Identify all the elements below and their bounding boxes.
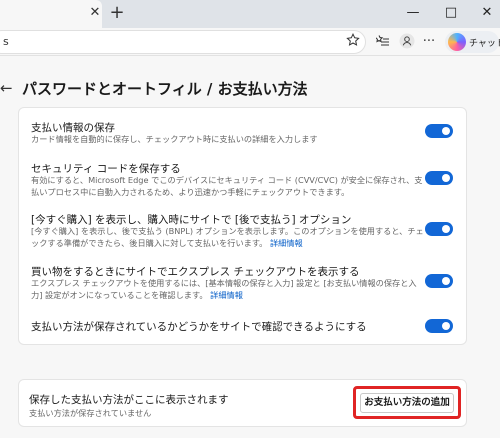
bnpl-option-desc-block: [今すぐ購入] を表示し、後で支払う (BNPL) オプションを表示します。この…	[31, 226, 426, 249]
saved-methods-title: 保存した支払い方法がここに表示されます	[29, 394, 229, 406]
save-security-code-toggle[interactable]	[425, 171, 453, 185]
browser-toolbar: s ··· チャット	[0, 28, 500, 56]
maximize-icon[interactable]: □	[442, 4, 460, 22]
profile-icon[interactable]	[398, 33, 416, 51]
more-menu-icon[interactable]: ···	[420, 33, 438, 51]
payment-saved-check-title: 支払い方法が保存されているかどうかをサイトで確認できるようにする	[31, 321, 367, 333]
new-tab-icon[interactable]: +	[108, 4, 126, 22]
save-security-code-title: セキュリティ コードを保存する	[31, 163, 181, 175]
bnpl-option-toggle[interactable]	[425, 222, 453, 236]
add-button-highlight: お支払い方法の追加	[353, 386, 461, 419]
page-title: パスワードとオートフィル / お支払い方法	[22, 80, 308, 98]
copilot-icon	[448, 33, 466, 51]
payment-settings-card: 支払い情報の保存 カード情報を自動的に保存し、チェックアウト時に支払いの詳細を入…	[18, 107, 467, 345]
minimize-icon[interactable]: —	[404, 4, 422, 22]
back-arrow-icon[interactable]: ←	[0, 80, 14, 96]
save-payment-info-title: 支払い情報の保存	[31, 122, 115, 134]
address-bar[interactable]: s	[0, 30, 366, 54]
bnpl-option-title: [今すぐ購入] を表示し、購入時にサイトで [後で支払う] オプション	[31, 214, 352, 226]
express-checkout-title: 買い物をするときにサイトでエクスプレス チェックアウトを表示する	[31, 266, 360, 278]
express-checkout-toggle[interactable]	[425, 274, 453, 288]
favorites-list-icon[interactable]	[374, 33, 392, 51]
favorite-star-icon[interactable]	[344, 33, 362, 51]
browser-tab[interactable]: ✕	[0, 0, 102, 28]
save-payment-info-toggle[interactable]	[425, 124, 453, 138]
add-payment-method-button[interactable]: お支払い方法の追加	[360, 393, 454, 413]
save-payment-info-desc: カード情報を自動的に保存し、チェックアウト時に支払いの詳細を入力します	[31, 134, 318, 144]
saved-payment-methods-card: 保存した支払い方法がここに表示されます 支払い方法が保存されていません お支払い…	[18, 379, 467, 427]
bnpl-learn-more-link[interactable]: 詳細情報	[270, 238, 303, 248]
address-text: s	[3, 35, 9, 48]
bnpl-option-desc: [今すぐ購入] を表示し、後で支払う (BNPL) オプションを表示します。この…	[31, 226, 424, 248]
copilot-button[interactable]: チャット	[445, 31, 500, 53]
title-bar: ✕ + — □ ✕	[0, 0, 500, 28]
copilot-label: チャット	[469, 39, 500, 49]
express-checkout-desc-block: エクスプレス チェックアウトを使用するには、[基本情報の保存と入力] 設定と […	[31, 278, 426, 301]
tab-close-icon[interactable]: ✕	[88, 6, 102, 20]
saved-methods-subtitle: 支払い方法が保存されていません	[29, 408, 152, 418]
express-learn-more-link[interactable]: 詳細情報	[210, 290, 243, 300]
window-close-icon[interactable]: ✕	[478, 4, 496, 22]
save-security-code-desc: 有効にすると、Microsoft Edge でこのデバイスにセキュリティ コード…	[31, 175, 423, 197]
payment-saved-check-toggle[interactable]	[425, 319, 453, 333]
